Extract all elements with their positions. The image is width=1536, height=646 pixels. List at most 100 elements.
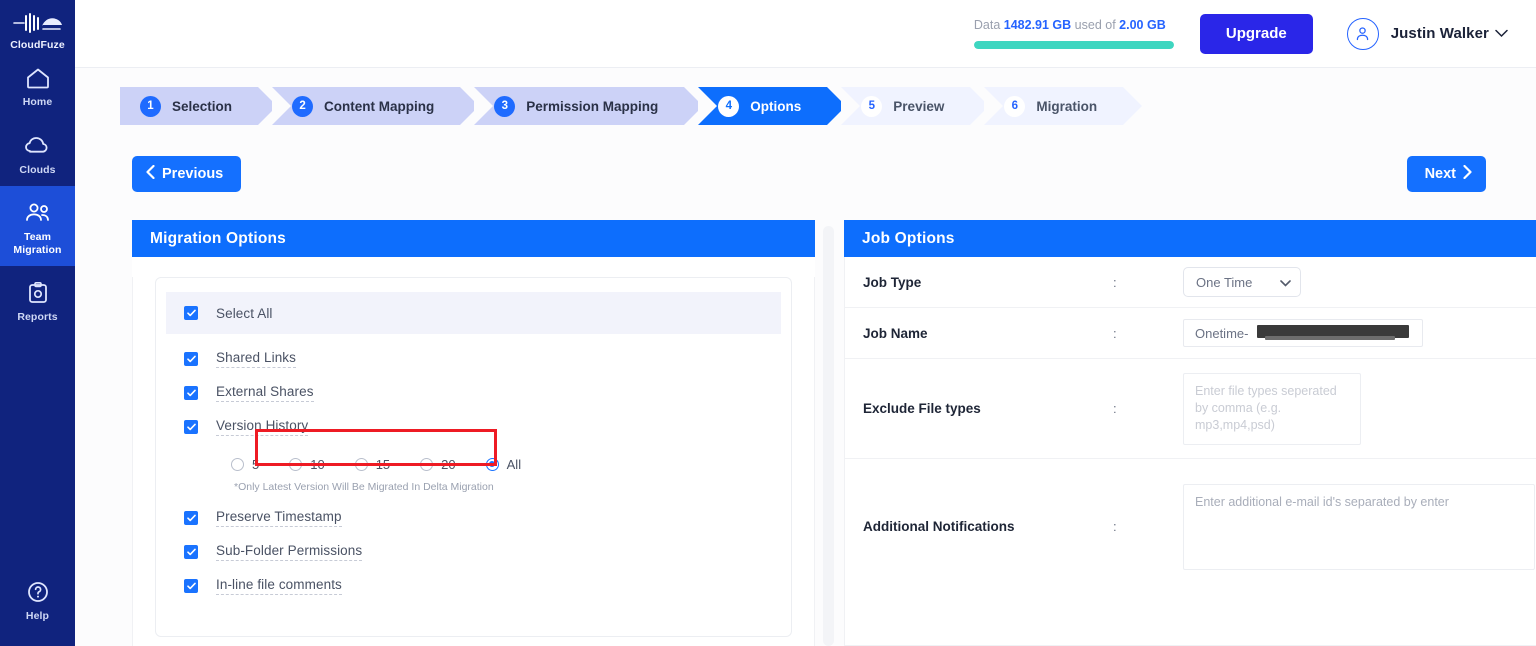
job-type-select[interactable]: One Time bbox=[1183, 267, 1301, 297]
checkbox-checked-icon[interactable] bbox=[184, 386, 198, 400]
chevron-left-icon bbox=[146, 165, 155, 183]
checkbox-checked-icon[interactable] bbox=[184, 545, 198, 559]
step-number: 2 bbox=[292, 96, 313, 117]
additional-notifications-textarea[interactable]: Enter additional e-mail id's separated b… bbox=[1183, 484, 1535, 570]
options-scrollbar[interactable] bbox=[823, 226, 834, 646]
users-icon bbox=[0, 198, 75, 228]
step-migration[interactable]: 6 Migration bbox=[984, 87, 1123, 125]
job-options-body: Job Type : One Time Job Name : bbox=[844, 257, 1536, 646]
radio-version-10[interactable]: 10 bbox=[289, 457, 324, 472]
usage-prefix: Data bbox=[974, 18, 1000, 32]
step-number: 4 bbox=[718, 96, 739, 117]
step-permission-mapping[interactable]: 3 Permission Mapping bbox=[474, 87, 684, 125]
option-shared-links[interactable]: Shared Links bbox=[156, 342, 791, 376]
brand-logo[interactable]: CloudFuze bbox=[0, 0, 75, 51]
option-inline-file-comments-label: In-line file comments bbox=[216, 577, 342, 595]
usage-middle: used of bbox=[1075, 18, 1116, 32]
step-options[interactable]: 4 Options bbox=[698, 87, 827, 125]
next-button[interactable]: Next bbox=[1407, 156, 1486, 192]
exclude-file-types-textarea[interactable]: Enter file types seperated by comma (e.g… bbox=[1183, 373, 1361, 445]
team-migration-label-line1: Team bbox=[24, 231, 51, 243]
checkbox-checked-icon[interactable] bbox=[184, 352, 198, 366]
radio-version-5[interactable]: 5 bbox=[231, 457, 259, 472]
previous-button[interactable]: Previous bbox=[132, 156, 241, 192]
radio-icon bbox=[231, 458, 244, 471]
sidebar-item-help[interactable]: Help bbox=[0, 565, 75, 633]
sidebar-item-reports-label: Reports bbox=[0, 311, 75, 324]
job-options-title: Job Options bbox=[844, 220, 1536, 257]
sidebar-item-home[interactable]: Home bbox=[0, 51, 75, 119]
checkbox-checked-icon[interactable] bbox=[184, 306, 198, 320]
radio-version-20-label: 20 bbox=[441, 457, 455, 472]
top-bar: Data 1482.91 GB used of 2.00 GB Upgrade … bbox=[75, 0, 1536, 68]
radio-icon bbox=[420, 458, 433, 471]
additional-notifications-label: Additional Notifications bbox=[863, 519, 1113, 534]
job-name-field: Onetime- bbox=[1183, 319, 1536, 347]
sidebar-item-team-migration-label: Team Migration bbox=[0, 231, 75, 256]
option-preserve-timestamp[interactable]: Preserve Timestamp bbox=[156, 501, 791, 535]
step-preview[interactable]: 5 Preview bbox=[841, 87, 970, 125]
spacer bbox=[156, 334, 791, 342]
chevron-down-icon bbox=[1495, 29, 1508, 38]
additional-notifications-colon: : bbox=[1113, 519, 1183, 534]
step-selection[interactable]: 1 Selection bbox=[120, 87, 258, 125]
exclude-file-types-colon: : bbox=[1113, 401, 1183, 416]
exclude-file-types-label: Exclude File types bbox=[863, 401, 1113, 416]
job-name-value: Onetime- bbox=[1195, 326, 1248, 341]
radio-version-15[interactable]: 15 bbox=[355, 457, 390, 472]
additional-notifications-field: Enter additional e-mail id's separated b… bbox=[1183, 484, 1536, 570]
sidebar-item-home-label: Home bbox=[0, 96, 75, 109]
radio-version-all-label: All bbox=[507, 457, 521, 472]
option-preserve-timestamp-label: Preserve Timestamp bbox=[216, 509, 342, 527]
migration-options-panel: Migration Options Select All Sh bbox=[132, 220, 815, 646]
radio-version-20[interactable]: 20 bbox=[420, 457, 455, 472]
radio-selected-icon bbox=[486, 458, 499, 471]
next-button-label: Next bbox=[1425, 166, 1456, 182]
step-label: Selection bbox=[172, 99, 232, 114]
step-content-mapping[interactable]: 2 Content Mapping bbox=[272, 87, 460, 125]
sidebar-item-reports[interactable]: Reports bbox=[0, 266, 75, 334]
job-type-value: One Time bbox=[1196, 275, 1252, 290]
main-content: 1 Selection 2 Content Mapping 3 Permissi… bbox=[75, 68, 1536, 646]
user-menu[interactable]: Justin Walker bbox=[1347, 18, 1508, 50]
step-label: Content Mapping bbox=[324, 99, 434, 114]
previous-button-label: Previous bbox=[162, 166, 223, 182]
checkbox-checked-icon[interactable] bbox=[184, 579, 198, 593]
option-sub-folder-permissions-label: Sub-Folder Permissions bbox=[216, 543, 362, 561]
version-history-radio-group: 5 10 15 20 bbox=[156, 449, 791, 479]
migration-options-title: Migration Options bbox=[132, 220, 815, 257]
team-migration-label-line2: Migration bbox=[13, 244, 61, 256]
option-select-all[interactable]: Select All bbox=[166, 292, 781, 334]
option-inline-file-comments[interactable]: In-line file comments bbox=[156, 569, 791, 603]
step-label: Permission Mapping bbox=[526, 99, 658, 114]
redacted-text-overlay bbox=[1257, 325, 1409, 338]
job-type-colon: : bbox=[1113, 275, 1183, 290]
option-sub-folder-permissions[interactable]: Sub-Folder Permissions bbox=[156, 535, 791, 569]
step-number: 3 bbox=[494, 96, 515, 117]
job-name-label: Job Name bbox=[863, 326, 1113, 341]
checkbox-checked-icon[interactable] bbox=[184, 511, 198, 525]
exclude-file-types-field: Enter file types seperated by comma (e.g… bbox=[1183, 373, 1536, 445]
checkbox-checked-icon[interactable] bbox=[184, 420, 198, 434]
option-external-shares[interactable]: External Shares bbox=[156, 376, 791, 410]
cloudfuze-logo-icon bbox=[0, 10, 75, 36]
step-number: 1 bbox=[140, 96, 161, 117]
job-name-row: Job Name : Onetime- bbox=[845, 308, 1536, 359]
sidebar-item-clouds[interactable]: Clouds bbox=[0, 119, 75, 187]
job-type-label: Job Type bbox=[863, 275, 1113, 290]
sidebar-item-team-migration[interactable]: Team Migration bbox=[0, 186, 75, 266]
radio-version-15-label: 15 bbox=[376, 457, 390, 472]
home-icon bbox=[0, 63, 75, 93]
step-number: 5 bbox=[861, 96, 882, 117]
job-name-input[interactable]: Onetime- bbox=[1183, 319, 1423, 347]
upgrade-button[interactable]: Upgrade bbox=[1200, 14, 1313, 54]
radio-version-all[interactable]: All bbox=[486, 457, 521, 472]
storage-usage: Data 1482.91 GB used of 2.00 GB bbox=[974, 18, 1174, 49]
user-name: Justin Walker bbox=[1391, 25, 1489, 42]
option-version-history[interactable]: Version History bbox=[156, 410, 791, 444]
migration-options-body: Select All Shared Links External Sha bbox=[132, 277, 815, 646]
sidebar: CloudFuze Home Clouds bbox=[0, 0, 75, 646]
additional-notifications-row: Additional Notifications : Enter additio… bbox=[845, 459, 1536, 594]
brand-name: CloudFuze bbox=[0, 39, 75, 51]
radio-icon bbox=[355, 458, 368, 471]
